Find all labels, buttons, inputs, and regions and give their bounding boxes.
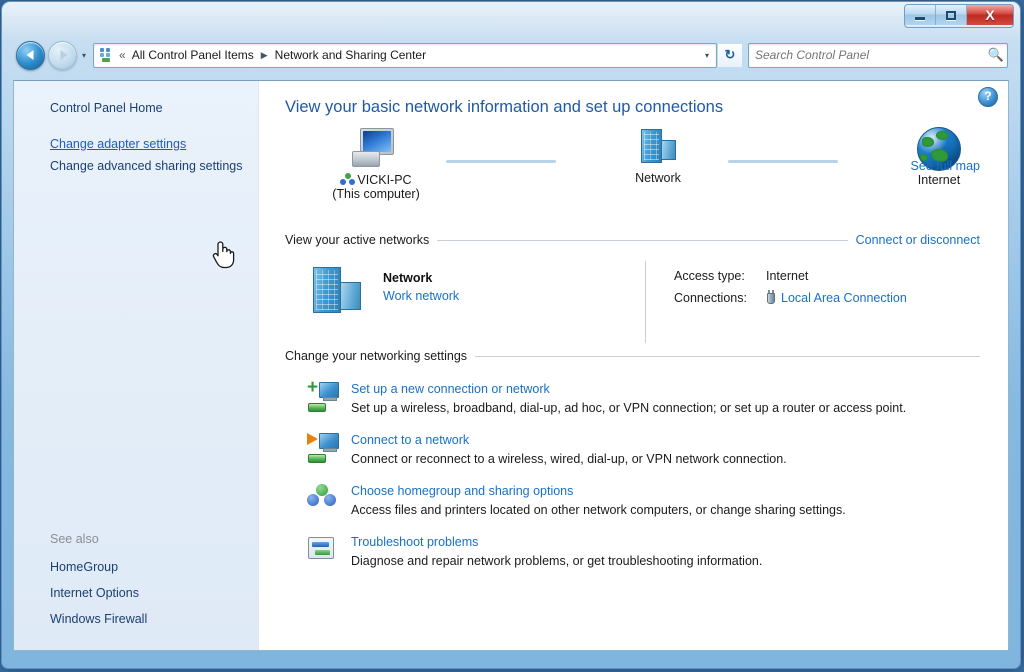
list-item-troubleshoot[interactable]: Troubleshoot problems Diagnose and repai… — [285, 534, 984, 569]
see-also-label: See also — [50, 532, 99, 546]
connect-to-network-description: Connect or reconnect to a wireless, wire… — [351, 452, 787, 466]
active-network-type-link[interactable]: Work network — [383, 289, 459, 303]
sidebar: Control Panel Home Change adapter settin… — [14, 81, 259, 650]
network-map-node-computer[interactable]: VICKI-PC (This computer) — [301, 127, 451, 201]
back-button[interactable] — [16, 40, 45, 70]
connect-or-disconnect-link[interactable]: Connect or disconnect — [856, 233, 980, 247]
mouse-cursor-hand-icon — [212, 241, 235, 269]
see-full-map-link[interactable]: See full map — [911, 159, 980, 173]
local-area-connection-link[interactable]: Local Area Connection — [781, 291, 907, 305]
breadcrumb-separator-icon: ▶ — [260, 49, 268, 60]
breadcrumb-all-control-panel-items[interactable]: All Control Panel Items — [130, 47, 256, 63]
title-bar: X — [2, 2, 1020, 36]
page-title: View your basic network information and … — [285, 98, 724, 116]
server-icon — [634, 127, 682, 169]
troubleshoot-problems-description: Diagnose and repair network problems, or… — [351, 554, 763, 568]
sidebar-item-homegroup[interactable]: HomeGroup — [14, 554, 258, 580]
network-map-computer-sublabel: (This computer) — [332, 187, 420, 201]
setup-new-connection-description: Set up a wireless, broadband, dial-up, a… — [351, 401, 907, 415]
network-map: VICKI-PC (This computer) Network Interne… — [281, 127, 984, 227]
network-map-link-1 — [446, 160, 556, 163]
active-network-name: Network — [383, 271, 433, 285]
address-bar[interactable]: « All Control Panel Items ▶ Network and … — [93, 42, 717, 68]
connect-to-network-link[interactable]: Connect to a network — [351, 433, 787, 447]
active-networks-header: View your active networks Connect or dis… — [285, 233, 980, 247]
network-map-network-label: Network — [635, 171, 681, 185]
list-item-setup-new-connection[interactable]: + Set up a new connection or network Set… — [285, 378, 984, 416]
search-icon[interactable]: 🔍 — [985, 47, 1007, 63]
active-network-details: Access type: Internet Connections: Local… — [646, 261, 907, 343]
breadcrumb-network-and-sharing-center[interactable]: Network and Sharing Center — [273, 47, 428, 63]
active-network-row: Network Work network Access type: Intern… — [285, 261, 984, 343]
arrow-left-icon — [26, 50, 33, 60]
troubleshoot-problems-link[interactable]: Troubleshoot problems — [351, 535, 762, 549]
search-box[interactable]: 🔍 — [748, 42, 1008, 68]
history-dropdown-button[interactable]: ▾ — [77, 51, 91, 60]
address-toolbar: ▾ « All Control Panel Items ▶ Network an… — [2, 36, 1020, 74]
search-input[interactable] — [749, 48, 985, 62]
change-settings-label: Change your networking settings — [285, 349, 468, 363]
network-map-node-internet[interactable]: Internet — [864, 127, 1008, 187]
forward-button[interactable] — [48, 40, 77, 70]
change-settings-header: Change your networking settings — [285, 349, 980, 363]
window-frame: X ▾ « All Control Panel Items ▶ Network … — [2, 2, 1020, 668]
detail-row-connections: Connections: Local Area Connection — [674, 290, 907, 305]
network-plug-icon — [766, 290, 776, 305]
header-rule — [437, 239, 848, 241]
arrow-right-icon — [60, 50, 67, 60]
help-icon[interactable]: ? — [978, 87, 998, 107]
active-networks-label: View your active networks — [285, 233, 430, 247]
access-type-value: Internet — [766, 269, 809, 283]
network-map-node-network[interactable]: Network — [583, 127, 733, 185]
see-also-section: See also HomeGroup Internet Options Wind… — [14, 532, 258, 632]
sidebar-item-change-adapter-settings[interactable]: Change adapter settings — [14, 133, 258, 155]
shared-computer-badge-icon — [340, 173, 356, 186]
sidebar-item-change-advanced-sharing-settings[interactable]: Change advanced sharing settings — [14, 155, 258, 177]
maximize-button[interactable] — [936, 5, 967, 25]
main-content: ? View your basic network information an… — [259, 81, 1008, 650]
chevron-down-icon[interactable]: ▾ — [698, 51, 716, 60]
access-type-label: Access type: — [674, 269, 745, 283]
computer-icon — [352, 127, 400, 171]
close-button[interactable]: X — [967, 5, 1013, 25]
maximize-icon — [946, 10, 956, 20]
sidebar-item-control-panel-home[interactable]: Control Panel Home — [14, 97, 258, 119]
setup-new-connection-link[interactable]: Set up a new connection or network — [351, 382, 906, 396]
sidebar-item-internet-options[interactable]: Internet Options — [14, 580, 258, 606]
detail-row-access-type: Access type: Internet — [674, 269, 907, 283]
network-server-icon — [307, 265, 369, 319]
connections-label: Connections: — [674, 290, 747, 305]
list-item-connect-to-network[interactable]: Connect to a network Connect or reconnec… — [285, 432, 984, 467]
minimize-button[interactable] — [905, 5, 936, 25]
choose-homegroup-link[interactable]: Choose homegroup and sharing options — [351, 484, 846, 498]
minimize-icon — [915, 16, 925, 20]
control-panel-icon — [98, 47, 116, 63]
header-rule — [475, 355, 980, 357]
sidebar-item-windows-firewall[interactable]: Windows Firewall — [14, 606, 258, 632]
network-map-computer-label: VICKI-PC — [301, 173, 451, 187]
choose-homegroup-description: Access files and printers located on oth… — [351, 503, 846, 517]
settings-list: + Set up a new connection or network Set… — [285, 378, 984, 569]
new-connection-icon: + — [307, 378, 341, 413]
refresh-button[interactable]: ↻ — [717, 43, 742, 67]
active-network-identity: Network Work network — [285, 261, 645, 343]
connect-network-icon — [307, 432, 341, 464]
list-item-homegroup-sharing[interactable]: Choose homegroup and sharing options Acc… — [285, 483, 984, 518]
homegroup-icon — [307, 483, 341, 515]
network-map-internet-label: Internet — [917, 173, 961, 187]
troubleshoot-icon — [307, 534, 341, 566]
breadcrumb-overflow-chevrons[interactable]: « — [119, 48, 130, 62]
window-controls: X — [904, 4, 1014, 28]
client-area: Control Panel Home Change adapter settin… — [13, 80, 1009, 651]
network-map-link-2 — [728, 160, 838, 163]
